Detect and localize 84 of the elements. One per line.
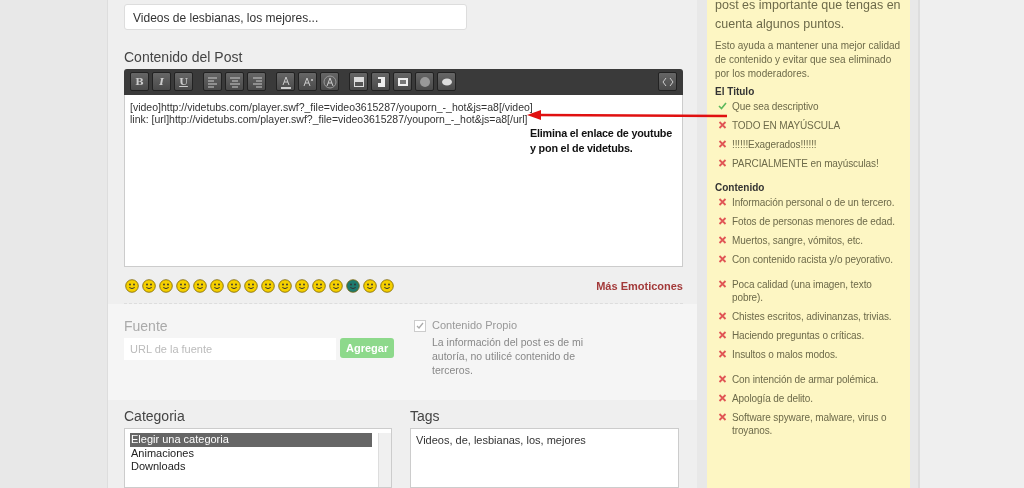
tags-field[interactable]: Videos, de, lesbianas, los, mejores <box>410 428 679 488</box>
tips-intro: post es importante que tengas en cuenta algunos puntos. <box>715 0 902 33</box>
italic-button[interactable]: I <box>152 72 171 92</box>
checkbox-description: La información del post es de mi autoría, no utilicé contenido de terceros. <box>432 334 585 377</box>
more-emoticons-link[interactable]: Más Emoticones <box>596 279 683 292</box>
tip-text: Haciendo preguntas o críticas. <box>732 329 865 342</box>
smiley-icon[interactable] <box>244 278 258 293</box>
tip-text: Chistes escritos, adivinanzas, trivias. <box>732 310 892 323</box>
superscript-button[interactable] <box>298 72 317 92</box>
cross-icon <box>718 253 727 265</box>
category-option[interactable]: Animaciones <box>130 446 372 460</box>
bold-button[interactable]: B <box>130 72 149 92</box>
smiley-icon[interactable] <box>210 278 224 293</box>
tip-text: !!!!!!Exagerados!!!!!! <box>732 138 817 151</box>
tip-text: Insultos o malos modos. <box>732 348 838 361</box>
field-label: Fuente <box>124 317 169 334</box>
image-button[interactable] <box>393 72 412 92</box>
align-center-button[interactable] <box>225 72 244 92</box>
tip-text: Muertos, sangre, vómitos, etc. <box>732 234 863 247</box>
tip-text: Poca calidad (una imagen, texto pobre). <box>732 278 873 304</box>
post-content-editor[interactable]: [video]http://videtubs.com/player.swf?_file=video3615287/youporn_-_hot&js=a8[/video] link: [url]http://videtubs.com/player.swf?_file=video3615287/youporn_-_hot&js=a8[/url] Elimina el enlace de youtube y pon el de videtubs. <box>124 95 683 267</box>
smiley-icon[interactable] <box>193 278 207 293</box>
underline-button[interactable]: U <box>174 72 193 92</box>
tips-text: Esto ayuda a mantener una mejor calidad de contenido y evitar que sea eliminado por los moderadores. <box>715 39 902 81</box>
smiley-icon[interactable] <box>125 278 139 293</box>
align-right-button[interactable] <box>247 72 266 92</box>
annotation-text: y pon el de videtubs. <box>530 141 634 156</box>
smiley-icon[interactable] <box>142 278 156 293</box>
own-content-checkbox[interactable] <box>414 319 426 332</box>
code-icon <box>661 76 674 88</box>
cross-icon <box>718 138 727 150</box>
field-label: Tags <box>410 408 441 424</box>
tip-text: Con intención de armar polémica. <box>732 373 879 386</box>
tips-heading: El Titulo <box>715 86 756 97</box>
smiley-icon[interactable] <box>176 278 190 293</box>
smiley-icon[interactable] <box>346 278 360 293</box>
smiley-icon[interactable] <box>261 278 275 293</box>
field-label: Categoria <box>124 408 186 424</box>
speech-bubble-button[interactable] <box>437 72 456 92</box>
cross-icon <box>718 310 727 322</box>
align-left-button[interactable] <box>203 72 222 92</box>
cross-icon <box>718 392 727 404</box>
cross-icon <box>718 373 727 385</box>
cross-icon <box>718 215 727 227</box>
cross-icon <box>718 196 727 208</box>
font-button[interactable] <box>320 72 339 92</box>
cross-icon <box>718 119 727 131</box>
category-option[interactable]: Downloads <box>130 460 372 474</box>
smiley-icon[interactable] <box>227 278 241 293</box>
source-code-button[interactable] <box>658 72 677 92</box>
check-icon <box>718 100 727 112</box>
tip-text: Que sea descriptivo <box>732 100 819 113</box>
source-url-field[interactable]: URL de la fuente <box>124 337 336 360</box>
tip-text: PARCIALMENTE en mayúsculas! <box>732 157 879 170</box>
smiley-icon[interactable] <box>380 278 394 293</box>
checkbox-label: Contenido Propio <box>432 317 518 332</box>
cross-icon <box>718 329 727 341</box>
smiley-icon[interactable] <box>159 278 173 293</box>
title-field[interactable]: Videos de lesbianas, los mejores... <box>124 4 467 30</box>
annotation-text: Elimina el enlace de youtube <box>530 126 672 141</box>
smiley-icon[interactable] <box>363 278 377 293</box>
tip-text: Apología de delito. <box>732 392 813 405</box>
category-option[interactable]: Elegir una categoria <box>130 433 372 447</box>
cross-icon <box>718 411 727 423</box>
smiley-icon[interactable] <box>329 278 343 293</box>
text-color-button[interactable] <box>276 72 295 92</box>
tip-text: Software spyware, malware, virus o troyanos. <box>732 411 888 437</box>
cross-icon <box>718 234 727 246</box>
field-label: Contenido del Post <box>124 49 244 65</box>
cross-icon <box>718 348 727 360</box>
tip-text: TODO EN MAYÚSCULA <box>732 119 840 132</box>
tip-text: Con contenido racista y/o peyorativo. <box>732 253 893 266</box>
tips-heading: Contenido <box>715 182 766 193</box>
font-icon <box>321 74 338 90</box>
cross-icon <box>718 278 727 290</box>
category-list[interactable]: Elegir una categoria Animaciones Downloads <box>124 428 392 488</box>
tip-text: Fotos de personas menores de edad. <box>732 215 895 228</box>
cross-icon <box>718 157 727 169</box>
smiley-icon[interactable] <box>312 278 326 293</box>
smiley-icon[interactable] <box>295 278 309 293</box>
smiley-icon[interactable] <box>278 278 292 293</box>
tip-text: Información personal o de un tercero. <box>732 196 895 209</box>
scrollbar[interactable] <box>378 433 391 487</box>
video-button[interactable] <box>349 72 368 92</box>
